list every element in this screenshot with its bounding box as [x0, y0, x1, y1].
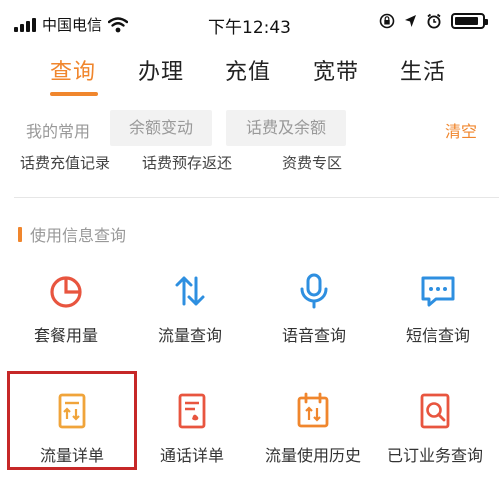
recent-item-prestore-return[interactable]: 话费预存返还: [142, 152, 232, 173]
grid-item-label: 套餐用量: [33, 326, 98, 345]
calendar-icon: [297, 392, 329, 428]
microphone-icon: [300, 273, 328, 309]
grid-item-label: 流量查询: [157, 326, 222, 345]
tab-query[interactable]: 查询: [50, 54, 96, 86]
up-down-arrows-icon: [175, 276, 205, 306]
clear-button[interactable]: 清空: [445, 118, 477, 142]
location-icon: [405, 15, 416, 27]
search-doc-icon: [420, 393, 450, 429]
frequent-label: 我的常用: [26, 122, 91, 141]
section-title: 使用信息查询: [30, 226, 127, 245]
recent-item-tariff-zone[interactable]: 资费专区: [282, 152, 342, 173]
frequent-row: 我的常用 余额变动 话费及余额 清空: [0, 108, 499, 148]
grid-item-voice-query[interactable]: 语音查询: [252, 272, 376, 376]
section-divider: [14, 197, 499, 198]
recent-item-recharge-record[interactable]: 话费充值记录: [20, 152, 110, 173]
call-bill-icon: [178, 393, 206, 429]
tab-handle[interactable]: 办理: [138, 54, 184, 86]
tab-broadband[interactable]: 宽带: [313, 54, 359, 86]
grid-item-data-history[interactable]: 流量使用历史: [251, 392, 375, 477]
tab-life[interactable]: 生活: [400, 54, 446, 86]
section-header: 使用信息查询: [18, 222, 126, 246]
chat-bubble-icon: [421, 276, 455, 307]
category-tabs: 查询 办理 充值 宽带 生活: [0, 46, 499, 100]
chip-fee-balance[interactable]: 话费及余额: [226, 110, 346, 146]
grid-item-label: 已订业务查询: [386, 446, 483, 465]
grid-item-label: 短信查询: [405, 326, 470, 345]
grid-item-label: 语音查询: [281, 326, 346, 345]
chip-balance-change[interactable]: 余额变动: [110, 110, 212, 146]
grid-item-label: 通话详单: [159, 446, 224, 465]
recent-items: 话费充值记录 话费预存返还 资费专区: [0, 152, 499, 178]
grid-item-label: 流量使用历史: [264, 446, 361, 465]
status-right: [379, 13, 488, 29]
grid-item-package-usage[interactable]: 套餐用量: [4, 272, 128, 376]
section-accent-bar: [18, 226, 22, 242]
battery-level: [455, 17, 479, 25]
grid-item-sms-query[interactable]: 短信查询: [376, 272, 499, 376]
highlight-annotation-box: [7, 371, 137, 470]
alarm-icon: [427, 13, 441, 29]
active-tab-indicator: [50, 92, 98, 96]
status-bar: 中国电信 下午12:43: [0, 0, 499, 44]
grid-item-subscribed-services[interactable]: 已订业务查询: [373, 392, 497, 477]
pie-chart-icon: [50, 276, 82, 308]
grid-item-data-query[interactable]: 流量查询: [128, 272, 252, 376]
grid-item-call-bill[interactable]: 通话详单: [130, 392, 254, 477]
tab-recharge[interactable]: 充值: [225, 54, 271, 86]
battery-icon: [451, 13, 488, 29]
lock-rotation-icon: [379, 13, 395, 29]
